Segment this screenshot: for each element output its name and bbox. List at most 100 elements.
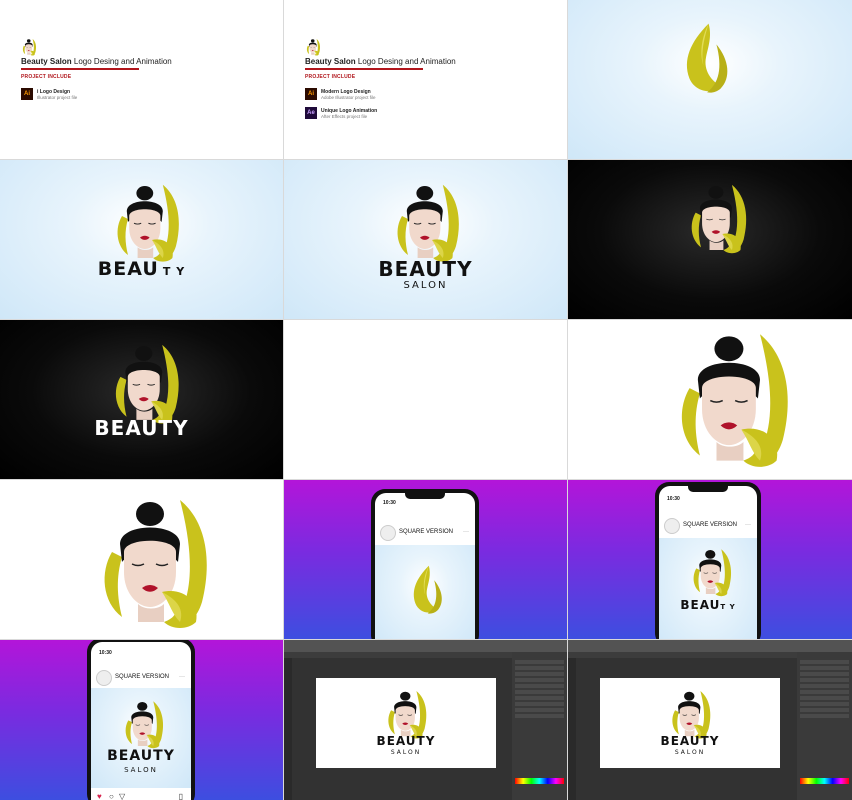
layers-panel[interactable] bbox=[512, 652, 567, 800]
post-account-label: SQUARE VERSION bbox=[683, 522, 738, 528]
logo-word: BEAUT Y bbox=[680, 598, 736, 612]
share-icon[interactable]: ▽ bbox=[119, 792, 125, 800]
tools-panel[interactable] bbox=[568, 658, 576, 800]
project-item-title: Unique Logo Animation bbox=[321, 107, 378, 114]
slide-logo-partial: BEAU T Y bbox=[0, 160, 283, 319]
phone-screen: 10:30 SQUARE VERSION ··· bbox=[375, 493, 475, 639]
tools-panel[interactable] bbox=[284, 658, 292, 800]
accent-bar bbox=[21, 68, 139, 70]
avatar[interactable] bbox=[380, 525, 396, 541]
grid-divider bbox=[0, 639, 852, 640]
salon-logo-icon bbox=[110, 180, 182, 264]
grid-divider bbox=[283, 0, 284, 800]
slide-dark-logo bbox=[568, 160, 852, 319]
slide-phone-leaf: 10:30 SQUARE VERSION ··· bbox=[284, 480, 567, 639]
phone-mockup: 10:30 SQUARE VERSION ··· BEAUT Y bbox=[655, 482, 761, 639]
salon-logo-icon bbox=[685, 180, 749, 256]
photoshop-screenshot: BEAUTY SALON bbox=[568, 640, 852, 800]
salon-logo-icon bbox=[689, 546, 733, 598]
salon-logo-icon bbox=[121, 698, 165, 750]
document-canvas[interactable]: BEAUTY SALON bbox=[316, 678, 496, 768]
intro-subtitle: PROJECT INCLUDE bbox=[305, 74, 356, 80]
salon-logo-icon bbox=[666, 688, 714, 740]
salon-logo-icon bbox=[390, 180, 462, 264]
salon-logo-icon bbox=[382, 688, 430, 740]
logo-salon: SALON bbox=[674, 749, 706, 756]
slide-intro-2: Beauty Salon Logo Desing and Animation P… bbox=[284, 0, 567, 159]
project-item-title: Modern Logo Design bbox=[321, 88, 371, 95]
intro-title: Beauty Salon Logo Desing and Animation bbox=[21, 57, 172, 66]
slide-face-large bbox=[0, 480, 283, 639]
menu-bar[interactable] bbox=[284, 640, 567, 652]
slide-logo-full: BEAUTY SALON bbox=[284, 160, 567, 319]
accent-bar bbox=[305, 68, 423, 70]
salon-logo-icon bbox=[668, 326, 794, 471]
logo-word: BEAUTY bbox=[94, 416, 189, 440]
illustrator-icon: Ai bbox=[21, 88, 33, 100]
status-time: 10:30 bbox=[383, 500, 396, 506]
color-swatch[interactable] bbox=[515, 778, 564, 784]
color-swatch[interactable] bbox=[800, 778, 849, 784]
intro-subtitle: PROJECT INCLUDE bbox=[21, 74, 72, 80]
leaf-icon bbox=[680, 22, 732, 98]
grid-divider bbox=[0, 319, 852, 320]
project-item-desc: Illustrator project file bbox=[37, 94, 78, 100]
more-icon[interactable]: ··· bbox=[179, 674, 185, 680]
project-item: Ai Modern Logo Design Adobe Illustrator … bbox=[305, 88, 376, 100]
project-item-desc: After Effects project file bbox=[321, 113, 368, 119]
project-item: Ae Unique Logo Animation After Effects p… bbox=[305, 107, 377, 119]
post-account-label: SQUARE VERSION bbox=[115, 674, 170, 680]
salon-logo-icon bbox=[20, 38, 38, 56]
status-time: 10:30 bbox=[99, 650, 112, 656]
avatar[interactable] bbox=[664, 518, 680, 534]
grid-divider bbox=[0, 159, 852, 160]
after-effects-icon: Ae bbox=[305, 107, 317, 119]
phone-mockup: 10:30 SQUARE VERSION ··· bbox=[371, 489, 479, 639]
layers-panel[interactable] bbox=[797, 652, 852, 800]
grid-divider bbox=[567, 0, 568, 800]
post-image: BEAUTY SALON bbox=[91, 688, 191, 788]
logo-salon: SALON bbox=[390, 749, 422, 756]
status-time: 10:30 bbox=[667, 496, 680, 502]
slide-leaf bbox=[568, 0, 852, 159]
slide-intro-1: Beauty Salon Logo Desing and Animation P… bbox=[0, 0, 283, 159]
phone-screen: 10:30 SQUARE VERSION ··· BEAUT Y bbox=[659, 486, 757, 639]
slide-phone-full: 10:30 SQUARE VERSION ··· BEAUTY SALON ♥ … bbox=[0, 640, 283, 800]
intro-title: Beauty Salon Logo Desing and Animation bbox=[305, 57, 456, 66]
document-canvas[interactable]: BEAUTY SALON bbox=[600, 678, 780, 768]
post-account-label: SQUARE VERSION bbox=[399, 529, 454, 535]
phone-notch bbox=[405, 493, 445, 499]
post-image bbox=[375, 545, 475, 639]
leaf-icon bbox=[409, 565, 445, 617]
heart-icon[interactable]: ♥ bbox=[97, 792, 102, 800]
more-icon[interactable]: ··· bbox=[745, 522, 751, 528]
logo-salon: SALON bbox=[124, 766, 158, 774]
logo-salon: SALON bbox=[403, 280, 448, 291]
slide-dark-word: BEAUTY bbox=[0, 320, 283, 479]
salon-logo-icon bbox=[304, 38, 322, 56]
avatar[interactable] bbox=[96, 670, 112, 686]
project-item-desc: Adobe Illustrator project file bbox=[321, 94, 376, 100]
bookmark-icon[interactable]: ▯ bbox=[179, 792, 183, 800]
phone-notch bbox=[688, 486, 728, 492]
phone-mockup: 10:30 SQUARE VERSION ··· BEAUTY SALON ♥ … bbox=[87, 640, 195, 800]
logo-word: BEAUTY bbox=[376, 734, 436, 748]
logo-word: BEAUTY bbox=[660, 734, 720, 748]
thumbnail-grid: Beauty Salon Logo Desing and Animation P… bbox=[0, 0, 852, 800]
comment-icon[interactable]: ○ bbox=[109, 792, 114, 800]
logo-word: BEAUTY bbox=[107, 748, 175, 764]
slide-phone-logo: 10:30 SQUARE VERSION ··· BEAUT Y bbox=[568, 480, 852, 639]
menu-bar[interactable] bbox=[568, 640, 852, 652]
salon-logo-icon bbox=[108, 340, 182, 426]
illustrator-icon: Ai bbox=[305, 88, 317, 100]
grid-divider bbox=[0, 479, 852, 480]
project-item: Ai i Logo Design Illustrator project fil… bbox=[21, 88, 77, 100]
slide-face-large bbox=[568, 320, 852, 479]
logo-word: BEAU T Y bbox=[97, 258, 186, 280]
phone-screen: 10:30 SQUARE VERSION ··· BEAUTY SALON ♥ … bbox=[91, 642, 191, 800]
post-image: BEAUT Y bbox=[659, 538, 757, 639]
photoshop-screenshot: BEAUTY SALON bbox=[284, 640, 567, 800]
salon-logo-icon bbox=[92, 492, 212, 632]
more-icon[interactable]: ··· bbox=[463, 529, 469, 535]
logo-word: BEAUTY bbox=[378, 257, 473, 281]
